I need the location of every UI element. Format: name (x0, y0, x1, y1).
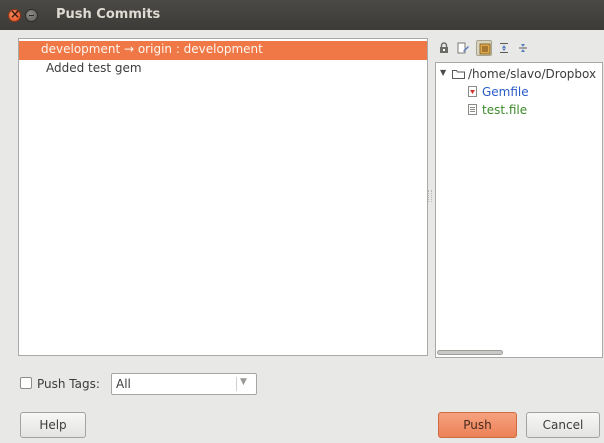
push-tags-label[interactable]: Push Tags: (37, 377, 100, 391)
minimize-window-button[interactable] (25, 9, 38, 22)
collapse-all-icon[interactable] (515, 40, 531, 56)
edit-icon[interactable] (455, 40, 471, 56)
group-by-directory-icon[interactable] (476, 40, 492, 56)
select-divider (236, 377, 237, 391)
tags-select[interactable]: All ▼ (111, 373, 257, 395)
cancel-button[interactable]: Cancel (526, 412, 600, 438)
push-commits-dialog: Push Commits development → origin : deve… (0, 0, 604, 443)
folder-icon (452, 70, 465, 79)
chevron-down-icon: ▼ (240, 377, 247, 387)
branch-row[interactable]: development → origin : development (19, 41, 427, 60)
file-name: Gemfile (482, 85, 529, 99)
help-button[interactable]: Help (20, 412, 86, 438)
commit-message: Added test gem (46, 61, 142, 75)
branch-label: development → origin : development (41, 42, 263, 56)
ruby-file-icon (468, 86, 477, 97)
file-name: test.file (482, 103, 528, 117)
splitter-handle[interactable] (428, 190, 432, 202)
title-bar: Push Commits (0, 0, 604, 30)
window-title: Push Commits (56, 7, 161, 22)
expand-arrow-icon[interactable]: ▼ (440, 68, 446, 77)
commit-row[interactable]: Added test gem (19, 60, 427, 79)
tags-select-value: All (116, 377, 131, 391)
horizontal-scrollbar[interactable] (437, 350, 503, 355)
push-button[interactable]: Push (438, 412, 517, 438)
root-path-label: /home/slavo/Dropbox (468, 67, 597, 81)
commits-list[interactable]: development → origin : development Added… (18, 38, 428, 356)
text-file-icon (468, 104, 477, 115)
close-window-button[interactable] (8, 7, 21, 22)
push-tags-checkbox[interactable] (20, 377, 32, 389)
expand-all-icon[interactable] (496, 40, 512, 56)
lock-icon[interactable] (436, 40, 452, 56)
changes-tree[interactable]: ▼ /home/slavo/Dropbox Gemfile test.file (435, 62, 603, 358)
